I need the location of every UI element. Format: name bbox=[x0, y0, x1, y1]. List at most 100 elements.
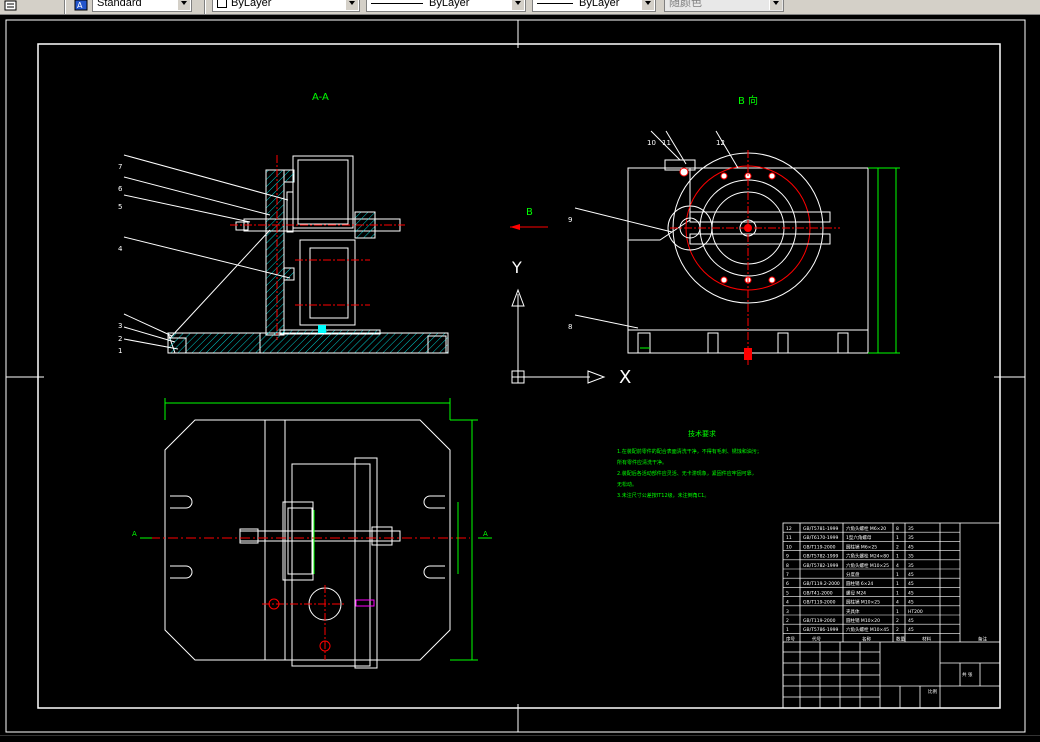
bom-cell-no: 1 bbox=[786, 627, 789, 633]
direction-b-label: B bbox=[526, 207, 533, 218]
section-mark-right: A bbox=[483, 530, 488, 538]
bom-cell-no: 2 bbox=[786, 618, 789, 624]
bom-cell-qty: 1 bbox=[896, 590, 899, 596]
lineweight-dropdown[interactable]: ByLayer bbox=[532, 0, 656, 12]
lineweight-sample-icon bbox=[537, 2, 573, 4]
toolbar-separator bbox=[64, 0, 66, 14]
bom-header-cell: 备注 bbox=[978, 635, 987, 642]
bom-cell-code: GB/T5786-1999 bbox=[803, 627, 839, 633]
callout-number: 1 bbox=[118, 347, 123, 355]
linetype-value: ByLayer bbox=[429, 0, 470, 9]
linetype-sample-icon bbox=[371, 2, 423, 4]
ucs-x-label: X bbox=[619, 367, 632, 388]
lineweight-value: ByLayer bbox=[579, 0, 620, 9]
view-aa-title: A-A bbox=[312, 92, 329, 103]
linetype-dropdown[interactable]: ByLayer bbox=[366, 0, 526, 12]
color-control-value: ByLayer bbox=[231, 0, 272, 9]
bom-cell-name: 1型六角螺母 bbox=[846, 534, 872, 541]
bom-cell-name: 螺母 M24 bbox=[846, 589, 866, 596]
bom-cell-no: 12 bbox=[786, 526, 792, 532]
bom-cell-qty: 1 bbox=[896, 572, 899, 578]
color-swatch-icon bbox=[217, 0, 227, 9]
svg-text:A: A bbox=[77, 1, 83, 10]
drawing-canvas[interactable]: 12 GB/T5781-1999 六角头螺栓 M6×20 8 35 11 GB/T6170-… bbox=[0, 15, 1040, 735]
bom-cell-mat: 45 bbox=[908, 572, 914, 578]
note-line: 2.装配后各活动部件应灵活、无卡滞现象，紧固件应牢固可靠， bbox=[617, 471, 757, 477]
text-style-icon[interactable] bbox=[4, 0, 18, 11]
text-style-manager-icon[interactable]: A bbox=[74, 0, 88, 11]
bom-cell-qty: 1 bbox=[896, 535, 899, 541]
bom-cell-qty: 4 bbox=[896, 600, 899, 606]
title-block-sheet: 共 张 bbox=[962, 671, 973, 678]
bom-cell-no: 9 bbox=[786, 554, 789, 560]
bom-cell-mat: 35 bbox=[908, 554, 914, 560]
chevron-down-icon[interactable] bbox=[345, 0, 358, 10]
chevron-down-icon[interactable] bbox=[511, 0, 524, 10]
bom-cell-name: 圆柱销 6×24 bbox=[846, 580, 873, 587]
toolbar-separator bbox=[204, 0, 206, 14]
direction-arrow-b bbox=[510, 224, 548, 230]
bom-cell-qty: 4 bbox=[896, 563, 899, 569]
text-style-dropdown[interactable]: Standard bbox=[92, 0, 192, 12]
bom-cell-no: 11 bbox=[786, 535, 792, 541]
bom-header-cell: 序号 bbox=[786, 635, 795, 642]
bom-cell-mat: 45 bbox=[908, 600, 914, 606]
bom-cell-name: 圆柱销 M10×25 bbox=[846, 599, 880, 606]
bom-cell-qty: 2 bbox=[896, 618, 899, 624]
bom-cell-no: 7 bbox=[786, 572, 789, 578]
bom-cell-qty: 1 bbox=[896, 581, 899, 587]
plot-style-dropdown[interactable]: 随颜色 bbox=[664, 0, 784, 12]
ucs-icon bbox=[511, 288, 606, 384]
bom-cell-code: GB/T119.2-2000 bbox=[803, 581, 840, 587]
view-b-title: B 向 bbox=[738, 96, 759, 107]
title-block-scale: 比例 bbox=[928, 688, 937, 695]
bom-cell-name: 六角头螺栓 M10×45 bbox=[846, 626, 889, 633]
bom-cell-name: 圆柱销 M10×20 bbox=[846, 617, 880, 624]
bom-cell-qty: 2 bbox=[896, 627, 899, 633]
inner-frame bbox=[37, 43, 1001, 709]
chevron-down-icon[interactable] bbox=[641, 0, 654, 10]
bom-cell-name: 六角头螺栓 M10×25 bbox=[846, 562, 889, 569]
callout-number: 6 bbox=[118, 185, 123, 193]
bom-cell-mat: 45 bbox=[908, 627, 914, 633]
bom-cell-code: GB/T5781-1999 bbox=[803, 526, 839, 532]
callout-number: 2 bbox=[118, 335, 123, 343]
bom-cell-mat: HT200 bbox=[908, 609, 923, 615]
note-line: 1.在装配前零件的配合表面清洗干净，不得有毛刺、锈蚀和油污； bbox=[617, 449, 762, 455]
callout-number: 7 bbox=[118, 163, 123, 171]
bom-cell-code: GB/T41-2000 bbox=[803, 590, 833, 596]
technical-notes-title: 技术要求 bbox=[688, 430, 716, 438]
bom-cell-mat: 35 bbox=[908, 535, 914, 541]
plot-style-value: 随颜色 bbox=[669, 0, 702, 9]
bom-cell-no: 8 bbox=[786, 563, 789, 569]
callout-number: 10 bbox=[647, 139, 656, 147]
top-view bbox=[140, 398, 492, 669]
chevron-down-icon[interactable] bbox=[177, 0, 190, 10]
bom-cell-mat: 45 bbox=[908, 618, 914, 624]
bom-cell-qty: 8 bbox=[896, 526, 899, 532]
ucs-y-label: Y bbox=[512, 258, 522, 277]
text-style-value: Standard bbox=[97, 0, 142, 9]
chevron-down-icon[interactable] bbox=[769, 0, 782, 10]
bom-cell-no: 10 bbox=[786, 544, 792, 550]
note-line: 所有零件应清洗干净。 bbox=[617, 460, 668, 466]
bom-cell-name: 圆柱销 M6×25 bbox=[846, 543, 877, 550]
bom-header-cell: 数量 bbox=[896, 635, 905, 642]
color-control-dropdown[interactable]: ByLayer bbox=[212, 0, 360, 12]
bom-header-cell: 代号 bbox=[812, 635, 821, 642]
callout-number: 11 bbox=[662, 139, 671, 147]
bom-cell-mat: 35 bbox=[908, 526, 914, 532]
note-line: 无松动。 bbox=[617, 482, 638, 488]
bom-cell-no: 5 bbox=[786, 590, 789, 596]
bom-header-cell: 材料 bbox=[922, 635, 931, 642]
bom-cell-name: 分度盘 bbox=[846, 571, 860, 578]
properties-toolbar: A Standard ByLayer ByLayer ByLayer 随颜色 bbox=[0, 0, 1040, 15]
bom-cell-code: GB/T119-2000 bbox=[803, 600, 836, 606]
outer-frame bbox=[5, 19, 1026, 733]
section-view-aa bbox=[123, 154, 449, 354]
bom-cell-no: 6 bbox=[786, 581, 789, 587]
bom-cell-mat: 45 bbox=[908, 544, 914, 550]
view-b bbox=[574, 130, 900, 365]
section-mark-left: A bbox=[132, 530, 137, 538]
bom-cell-code: GB/T5782-1999 bbox=[803, 563, 839, 569]
